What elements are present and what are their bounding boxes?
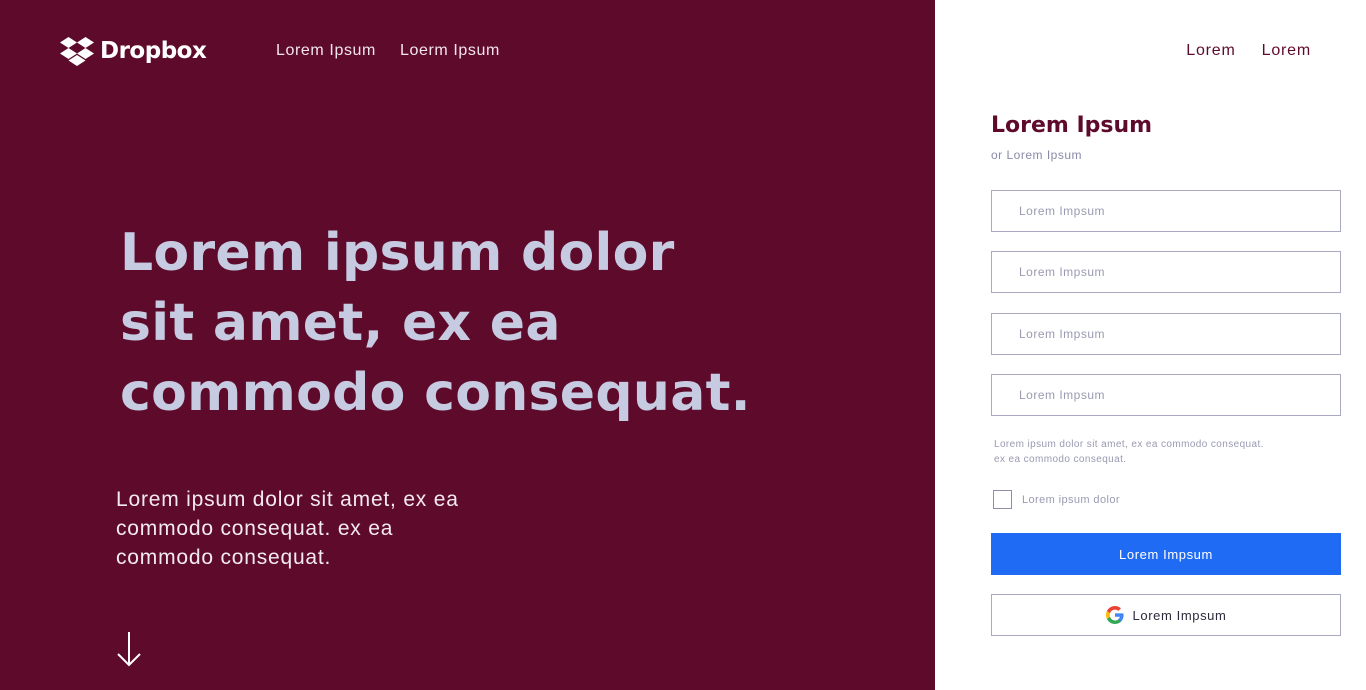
google-button-label: Lorem Impsum — [1132, 607, 1227, 623]
form-field-4[interactable] — [991, 374, 1341, 416]
google-g-icon — [1105, 606, 1124, 624]
form-field-1[interactable] — [991, 190, 1341, 232]
dropbox-logo[interactable]: Dropbox — [60, 36, 207, 66]
dropbox-box-icon — [60, 36, 94, 66]
nav-link-2[interactable]: Loerm Ipsum — [400, 42, 500, 60]
form-field-2[interactable] — [991, 251, 1341, 293]
agree-checkbox[interactable] — [993, 490, 1012, 509]
legal-text: Lorem ipsum dolor sit amet, ex ea commod… — [994, 439, 1264, 465]
hero-panel: Dropbox Lorem Ipsum Loerm Ipsum Lorem ip… — [0, 0, 935, 690]
nav-link-1[interactable]: Lorem Ipsum — [276, 42, 376, 60]
nav-right-link-1[interactable]: Lorem — [1186, 42, 1235, 60]
agree-checkbox-row: Lorem ipsum dolor — [993, 490, 1120, 509]
form-title: Lorem Ipsum — [991, 113, 1153, 138]
signup-panel: Lorem Lorem Lorem Ipsum or Lorem Ipsum L… — [935, 0, 1366, 690]
form-field-3[interactable] — [991, 313, 1341, 355]
arrow-down-icon[interactable] — [116, 630, 142, 673]
secondary-nav: Lorem Lorem — [1186, 42, 1311, 60]
primary-nav: Lorem Ipsum Loerm Ipsum — [276, 42, 500, 60]
hero-subtitle: Lorem ipsum dolor sit amet, ex ea commod… — [116, 488, 459, 569]
hero-title: Lorem ipsum dolor sit amet, ex ea commod… — [120, 223, 751, 423]
agree-checkbox-label[interactable]: Lorem ipsum dolor — [1022, 494, 1120, 506]
form-alt-link[interactable]: or Lorem Ipsum — [991, 148, 1082, 162]
logo-text: Dropbox — [100, 38, 207, 64]
nav-right-link-2[interactable]: Lorem — [1262, 42, 1311, 60]
submit-button[interactable]: Lorem Impsum — [991, 533, 1341, 575]
google-signin-button[interactable]: Lorem Impsum — [991, 594, 1341, 636]
